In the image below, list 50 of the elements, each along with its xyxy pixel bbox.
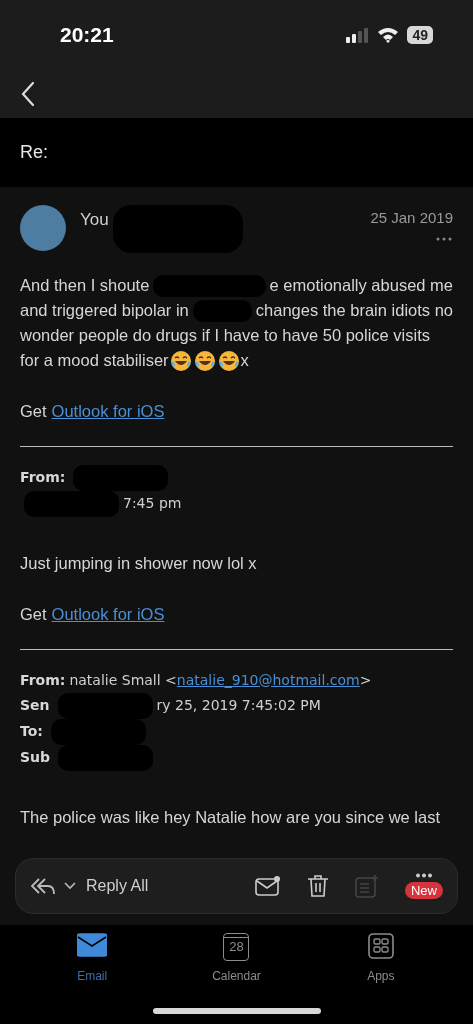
signature-text: Get <box>20 603 47 625</box>
message-text: e emotionally abused me <box>269 275 453 296</box>
reply-all-button[interactable]: Reply All <box>86 874 149 898</box>
header-label: Sen <box>20 696 50 715</box>
message-text: 7:45 pm <box>123 494 182 514</box>
message-text: ry 25, 2019 7:45:02 PM <box>156 696 321 715</box>
apps-grid-icon <box>367 933 394 959</box>
message-text: The police was like hey Natalie how are you since we last <box>20 807 441 826</box>
message-text: Just jumping in shower now lol x <box>20 553 257 572</box>
message-text: x <box>240 350 249 371</box>
outlook-link[interactable]: Outlook for iOS <box>51 601 165 627</box>
mail-unread-icon[interactable] <box>255 875 281 897</box>
message-date: 25 Jan 2019 <box>370 208 453 228</box>
calendar-icon: 28 <box>223 933 250 961</box>
laughing-face-icon <box>169 349 192 372</box>
new-badge: New <box>405 882 443 899</box>
wifi-icon <box>377 27 400 43</box>
message-text: wonder people do drugs if I have to have 50 police visits <box>20 325 430 346</box>
header-label: From: <box>20 468 66 488</box>
sender-name: You <box>80 209 109 231</box>
back-icon[interactable] <box>20 81 36 107</box>
header-label: From: <box>20 670 66 690</box>
message-text: And then I shoute <box>20 275 150 296</box>
note-add-icon <box>355 874 379 898</box>
signal-icon <box>345 27 370 43</box>
outlook-link[interactable]: Outlook for iOS <box>51 399 165 424</box>
laughing-face-icon <box>217 349 240 372</box>
laughing-face-icon <box>193 349 216 372</box>
chevron-down-icon[interactable] <box>64 882 76 890</box>
tab-bar-item[interactable]: 28 Calendar <box>196 933 277 985</box>
avatar <box>20 205 66 251</box>
mail-icon <box>77 933 108 957</box>
email-link[interactable]: natalie_910@hotmail.com <box>176 667 360 693</box>
header-label: To: <box>20 722 43 741</box>
subject-text: Re: <box>20 141 48 164</box>
message-text: > <box>359 670 372 690</box>
more-icon[interactable] <box>415 873 433 878</box>
battery-indicator: 49 <box>407 26 433 44</box>
message-text: changes the brain idiots no <box>255 300 453 321</box>
header-label: Sub <box>20 748 51 767</box>
status-time: 20:21 <box>60 22 114 49</box>
more-icon[interactable] <box>435 235 453 242</box>
message-text: for a mood stabiliser <box>20 350 169 371</box>
trash-icon[interactable] <box>307 874 329 898</box>
message-text: natalie Small < <box>69 670 177 690</box>
reply-all-icon[interactable] <box>30 876 56 896</box>
signature-text: Get <box>20 401 47 422</box>
tab-bar-item[interactable]: Apps <box>340 933 421 985</box>
tab-bar-item[interactable]: Email <box>52 933 133 985</box>
message-text: and triggered bipolar in <box>20 300 189 321</box>
